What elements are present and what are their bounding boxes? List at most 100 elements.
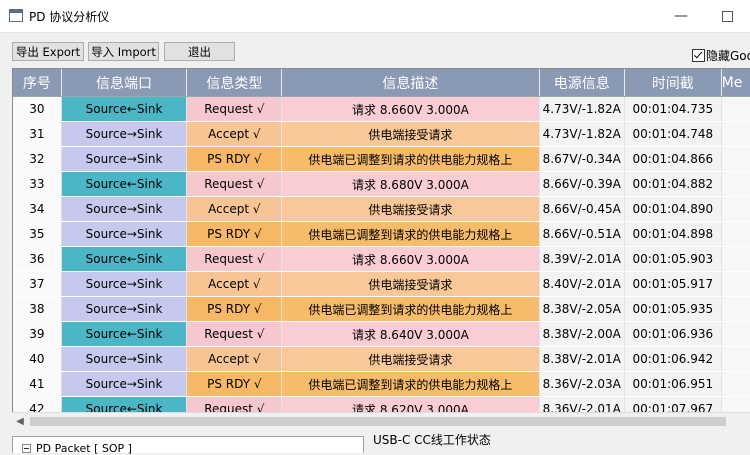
cell-type: PS RDY √ — [186, 371, 283, 397]
table-row[interactable]: 35 Source→Sink PS RDY √ 供电端已调整到请求的供电能力规格上 8.… — [13, 221, 750, 247]
cell-extra — [721, 121, 750, 147]
cell-power: 8.66V/-0.45A — [539, 196, 626, 222]
header-seq[interactable]: 序号 — [13, 69, 62, 97]
cell-seq: 40 — [13, 346, 62, 372]
cell-time: 00:01:07.967 — [624, 396, 722, 413]
cell-type: Request √ — [186, 246, 283, 272]
cell-time: 00:01:04.866 — [624, 146, 722, 172]
cell-type: Request √ — [186, 96, 283, 122]
cell-seq: 38 — [13, 296, 62, 322]
hide-checkbox[interactable]: 隐藏Goo — [692, 47, 750, 63]
exit-button[interactable]: 退出 — [164, 42, 235, 61]
cell-type: PS RDY √ — [186, 146, 283, 172]
import-button[interactable]: 导入 Import — [88, 42, 159, 61]
cell-desc: 请求 8.620V 3.000A — [281, 396, 540, 413]
cell-seq: 36 — [13, 246, 62, 272]
cell-port: Source→Sink — [61, 296, 188, 322]
export-button[interactable]: 导出 Export — [12, 42, 84, 61]
cell-time: 00:01:06.936 — [624, 321, 722, 347]
cell-power: 8.38V/-2.05A — [539, 296, 626, 322]
hide-checkbox-label: 隐藏Goo — [706, 49, 750, 63]
cell-desc: 请求 8.660V 3.000A — [281, 96, 540, 122]
app-window-icon — [9, 9, 23, 22]
cell-desc: 供电端已调整到请求的供电能力规格上 — [281, 221, 540, 247]
cell-time: 00:01:06.951 — [624, 371, 722, 397]
maximize-icon — [721, 10, 733, 22]
cell-port: Source→Sink — [61, 346, 188, 372]
cell-power: 8.40V/-2.01A — [539, 271, 626, 297]
scroll-left-icon[interactable]: ◀ — [14, 415, 26, 428]
minimize-button[interactable]: — — [658, 2, 704, 30]
cell-power: 8.67V/-0.34A — [539, 146, 626, 172]
scrollbar-thumb[interactable] — [30, 417, 726, 426]
table-row[interactable]: 32 Source→Sink PS RDY √ 供电端已调整到请求的供电能力规格上 8.… — [13, 146, 750, 172]
cell-extra — [721, 321, 750, 347]
table-row[interactable]: 34 Source→Sink Accept √ 供电端接受请求 8.66V/-0.45A… — [13, 196, 750, 222]
cell-time: 00:01:06.942 — [624, 346, 722, 372]
table-row[interactable]: 36 Source←Sink Request √ 请求 8.660V 3.000A 8.… — [13, 246, 750, 272]
table-row[interactable]: 42 Source←Sink Request √ 请求 8.620V 3.000A 8.… — [13, 396, 750, 413]
cell-desc: 供电端已调整到请求的供电能力规格上 — [281, 296, 540, 322]
table-row[interactable]: 40 Source→Sink Accept √ 供电端接受请求 8.38V/-2.01A… — [13, 346, 750, 372]
cell-seq: 34 — [13, 196, 62, 222]
header-port[interactable]: 信息端口 — [61, 69, 188, 97]
cell-power: 8.38V/-2.01A — [539, 346, 626, 372]
table-row[interactable]: 31 Source→Sink Accept √ 供电端接受请求 4.73V/-1.82A… — [13, 121, 750, 147]
cell-port: Source→Sink — [61, 196, 188, 222]
maximize-button[interactable] — [704, 2, 750, 30]
cell-power: 8.38V/-2.00A — [539, 321, 626, 347]
cell-time: 00:01:05.935 — [624, 296, 722, 322]
header-desc[interactable]: 信息描述 — [281, 69, 540, 97]
cell-extra — [721, 96, 750, 122]
table-row[interactable]: 41 Source→Sink PS RDY √ 供电端已调整到请求的供电能力规格上 8.… — [13, 371, 750, 397]
cell-power: 4.73V/-1.82A — [539, 121, 626, 147]
packet-table[interactable]: 序号 信息端口 信息类型 信息描述 电源信息 时间截 Me 30 Source←S… — [12, 68, 750, 413]
cell-time: 00:01:04.735 — [624, 96, 722, 122]
header-time[interactable]: 时间截 — [624, 69, 722, 97]
cell-time: 00:01:04.890 — [624, 196, 722, 222]
header-power[interactable]: 电源信息 — [539, 69, 626, 97]
cell-port: Source←Sink — [61, 171, 188, 197]
cell-time: 00:01:04.748 — [624, 121, 722, 147]
cell-desc: 供电端已调整到请求的供电能力规格上 — [281, 146, 540, 172]
cell-power: 8.66V/-0.51A — [539, 221, 626, 247]
window-title: PD 协议分析仪 — [29, 10, 110, 24]
horizontal-scrollbar[interactable]: ◀ — [12, 412, 750, 430]
toolbar: 导出 Export 导入 Import 退出 — [0, 40, 750, 64]
tree-item-sop[interactable]: PD Packet [ SOP ] — [36, 442, 132, 455]
cell-port: Source→Sink — [61, 221, 188, 247]
cell-extra — [721, 221, 750, 247]
cell-port: Source←Sink — [61, 321, 188, 347]
cell-time: 00:01:04.898 — [624, 221, 722, 247]
cell-seq: 33 — [13, 171, 62, 197]
cell-port: Source→Sink — [61, 271, 188, 297]
cell-power: 8.39V/-2.01A — [539, 246, 626, 272]
cell-time: 00:01:05.903 — [624, 246, 722, 272]
table-header-row: 序号 信息端口 信息类型 信息描述 电源信息 时间截 Me — [13, 69, 750, 97]
tree-collapse-icon[interactable] — [22, 444, 31, 453]
table-row[interactable]: 39 Source←Sink Request √ 请求 8.640V 3.000A 8.… — [13, 321, 750, 347]
header-extra[interactable]: Me — [721, 69, 750, 97]
cell-seq: 30 — [13, 96, 62, 122]
title-bar: PD 协议分析仪 — — [0, 0, 750, 33]
table-row[interactable]: 30 Source←Sink Request √ 请求 8.660V 3.000A 4.… — [13, 96, 750, 122]
cell-power: 8.36V/-2.01A — [539, 396, 626, 413]
checkbox-checked-icon[interactable] — [692, 49, 705, 62]
packet-tree-panel: PD Packet [ SOP ] — [12, 436, 364, 455]
header-type[interactable]: 信息类型 — [186, 69, 283, 97]
cell-extra — [721, 246, 750, 272]
cell-type: Request √ — [186, 396, 283, 413]
cell-type: Accept √ — [186, 271, 283, 297]
table-row[interactable]: 33 Source←Sink Request √ 请求 8.680V 3.000A 8.… — [13, 171, 750, 197]
cell-power: 8.36V/-2.03A — [539, 371, 626, 397]
cell-extra — [721, 171, 750, 197]
cell-port: Source←Sink — [61, 96, 188, 122]
cell-seq: 31 — [13, 121, 62, 147]
cell-seq: 39 — [13, 321, 62, 347]
table-row[interactable]: 38 Source→Sink PS RDY √ 供电端已调整到请求的供电能力规格上 8.… — [13, 296, 750, 322]
cell-extra — [721, 296, 750, 322]
table-row[interactable]: 37 Source→Sink Accept √ 供电端接受请求 8.40V/-2.01A… — [13, 271, 750, 297]
cell-desc: 供电端接受请求 — [281, 196, 540, 222]
cell-seq: 32 — [13, 146, 62, 172]
cell-port: Source→Sink — [61, 121, 188, 147]
